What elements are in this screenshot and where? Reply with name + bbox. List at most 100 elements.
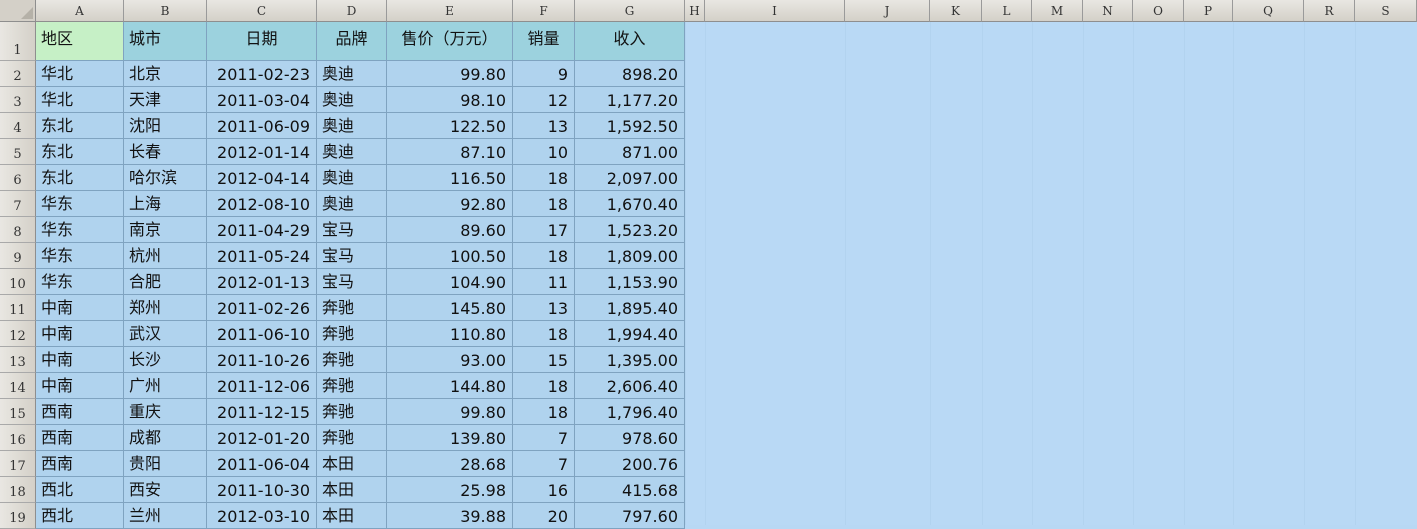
cell-brand[interactable]: 奥迪 [317, 139, 387, 165]
cell-price[interactable]: 100.50 [387, 243, 513, 269]
cell-brand[interactable]: 奥迪 [317, 61, 387, 87]
row-header-17[interactable]: 17 [0, 451, 36, 477]
cell-city[interactable]: 长春 [124, 139, 207, 165]
cell-qty[interactable]: 18 [513, 165, 575, 191]
row-header-5[interactable]: 5 [0, 139, 36, 165]
cell-brand[interactable]: 本田 [317, 503, 387, 529]
cell-revenue[interactable]: 1,395.00 [575, 347, 685, 373]
cell-qty[interactable]: 11 [513, 269, 575, 295]
cell-date[interactable]: 2012-01-20 [207, 425, 317, 451]
cell-price[interactable]: 116.50 [387, 165, 513, 191]
cell-date[interactable]: 2012-01-13 [207, 269, 317, 295]
header-cell-brand[interactable]: 品牌 [317, 22, 387, 61]
cell-price[interactable]: 93.00 [387, 347, 513, 373]
spreadsheet-grid[interactable]: ABCDEFGHIJKLMNOPQRS 1 2 3 4 5 6 7 8 9 10 11 12 13 14 1… [0, 0, 1417, 529]
header-cell-date[interactable]: 日期 [207, 22, 317, 61]
cell-city[interactable]: 兰州 [124, 503, 207, 529]
row-header-6[interactable]: 6 [0, 165, 36, 191]
cell-qty[interactable]: 16 [513, 477, 575, 503]
cell-brand[interactable]: 宝马 [317, 217, 387, 243]
column-header-o[interactable]: O [1133, 0, 1184, 22]
column-header-b[interactable]: B [124, 0, 207, 22]
cell-date[interactable]: 2011-10-30 [207, 477, 317, 503]
column-header-j[interactable]: J [845, 0, 930, 22]
cell-region[interactable]: 中南 [36, 295, 124, 321]
row-header-9[interactable]: 9 [0, 243, 36, 269]
cell-revenue[interactable]: 1,523.20 [575, 217, 685, 243]
header-cell-price[interactable]: 售价（万元） [387, 22, 513, 61]
cell-region[interactable]: 中南 [36, 347, 124, 373]
header-cell-qty[interactable]: 销量 [513, 22, 575, 61]
cell-revenue[interactable]: 978.60 [575, 425, 685, 451]
cell-qty[interactable]: 13 [513, 295, 575, 321]
cell-date[interactable]: 2011-02-23 [207, 61, 317, 87]
cell-date[interactable]: 2012-08-10 [207, 191, 317, 217]
cell-revenue[interactable]: 898.20 [575, 61, 685, 87]
column-header-s[interactable]: S [1355, 0, 1417, 22]
column-header-d[interactable]: D [317, 0, 387, 22]
cell-qty[interactable]: 13 [513, 113, 575, 139]
column-header-f[interactable]: F [513, 0, 575, 22]
column-header-p[interactable]: P [1184, 0, 1233, 22]
column-header-m[interactable]: M [1032, 0, 1083, 22]
cell-brand[interactable]: 奔驰 [317, 295, 387, 321]
cell-revenue[interactable]: 1,895.40 [575, 295, 685, 321]
cell-brand[interactable]: 奥迪 [317, 165, 387, 191]
cell-region[interactable]: 西北 [36, 503, 124, 529]
cell-brand[interactable]: 宝马 [317, 243, 387, 269]
column-header-k[interactable]: K [930, 0, 982, 22]
header-cell-revenue[interactable]: 收入 [575, 22, 685, 61]
cell-qty[interactable]: 10 [513, 139, 575, 165]
row-header-2[interactable]: 2 [0, 61, 36, 87]
cell-city[interactable]: 杭州 [124, 243, 207, 269]
cell-qty[interactable]: 20 [513, 503, 575, 529]
cell-region[interactable]: 中南 [36, 321, 124, 347]
cell-revenue[interactable]: 1,994.40 [575, 321, 685, 347]
cell-brand[interactable]: 本田 [317, 451, 387, 477]
row-header-1[interactable]: 1 [0, 22, 36, 61]
cell-brand[interactable]: 本田 [317, 477, 387, 503]
cell-revenue[interactable]: 415.68 [575, 477, 685, 503]
cell-date[interactable]: 2011-06-04 [207, 451, 317, 477]
cell-qty[interactable]: 18 [513, 243, 575, 269]
column-header-e[interactable]: E [387, 0, 513, 22]
cell-region[interactable]: 华北 [36, 61, 124, 87]
column-header-a[interactable]: A [36, 0, 124, 22]
row-header-18[interactable]: 18 [0, 477, 36, 503]
cell-qty[interactable]: 15 [513, 347, 575, 373]
cell-price[interactable]: 98.10 [387, 87, 513, 113]
cell-price[interactable]: 39.88 [387, 503, 513, 529]
cell-brand[interactable]: 奔驰 [317, 347, 387, 373]
cell-qty[interactable]: 18 [513, 399, 575, 425]
cell-price[interactable]: 110.80 [387, 321, 513, 347]
header-cell-city[interactable]: 城市 [124, 22, 207, 61]
column-header-i[interactable]: I [705, 0, 845, 22]
row-header-4[interactable]: 4 [0, 113, 36, 139]
cell-brand[interactable]: 奔驰 [317, 321, 387, 347]
cell-region[interactable]: 华东 [36, 243, 124, 269]
row-header-19[interactable]: 19 [0, 503, 36, 529]
cell-price[interactable]: 92.80 [387, 191, 513, 217]
cell-city[interactable]: 天津 [124, 87, 207, 113]
row-header-10[interactable]: 10 [0, 269, 36, 295]
column-header-n[interactable]: N [1083, 0, 1133, 22]
cell-region[interactable]: 华东 [36, 217, 124, 243]
header-cell-region[interactable]: 地区 [36, 22, 124, 61]
column-header-q[interactable]: Q [1233, 0, 1304, 22]
cell-date[interactable]: 2011-05-24 [207, 243, 317, 269]
cell-date[interactable]: 2011-12-15 [207, 399, 317, 425]
cell-price[interactable]: 145.80 [387, 295, 513, 321]
column-header-l[interactable]: L [982, 0, 1032, 22]
cell-region[interactable]: 华东 [36, 269, 124, 295]
row-header-16[interactable]: 16 [0, 425, 36, 451]
cell-city[interactable]: 成都 [124, 425, 207, 451]
cell-region[interactable]: 西北 [36, 477, 124, 503]
cell-price[interactable]: 89.60 [387, 217, 513, 243]
cell-brand[interactable]: 奔驰 [317, 399, 387, 425]
cell-city[interactable]: 沈阳 [124, 113, 207, 139]
cell-city[interactable]: 广州 [124, 373, 207, 399]
cell-qty[interactable]: 18 [513, 191, 575, 217]
cell-price[interactable]: 28.68 [387, 451, 513, 477]
cell-price[interactable]: 25.98 [387, 477, 513, 503]
cell-qty[interactable]: 9 [513, 61, 575, 87]
